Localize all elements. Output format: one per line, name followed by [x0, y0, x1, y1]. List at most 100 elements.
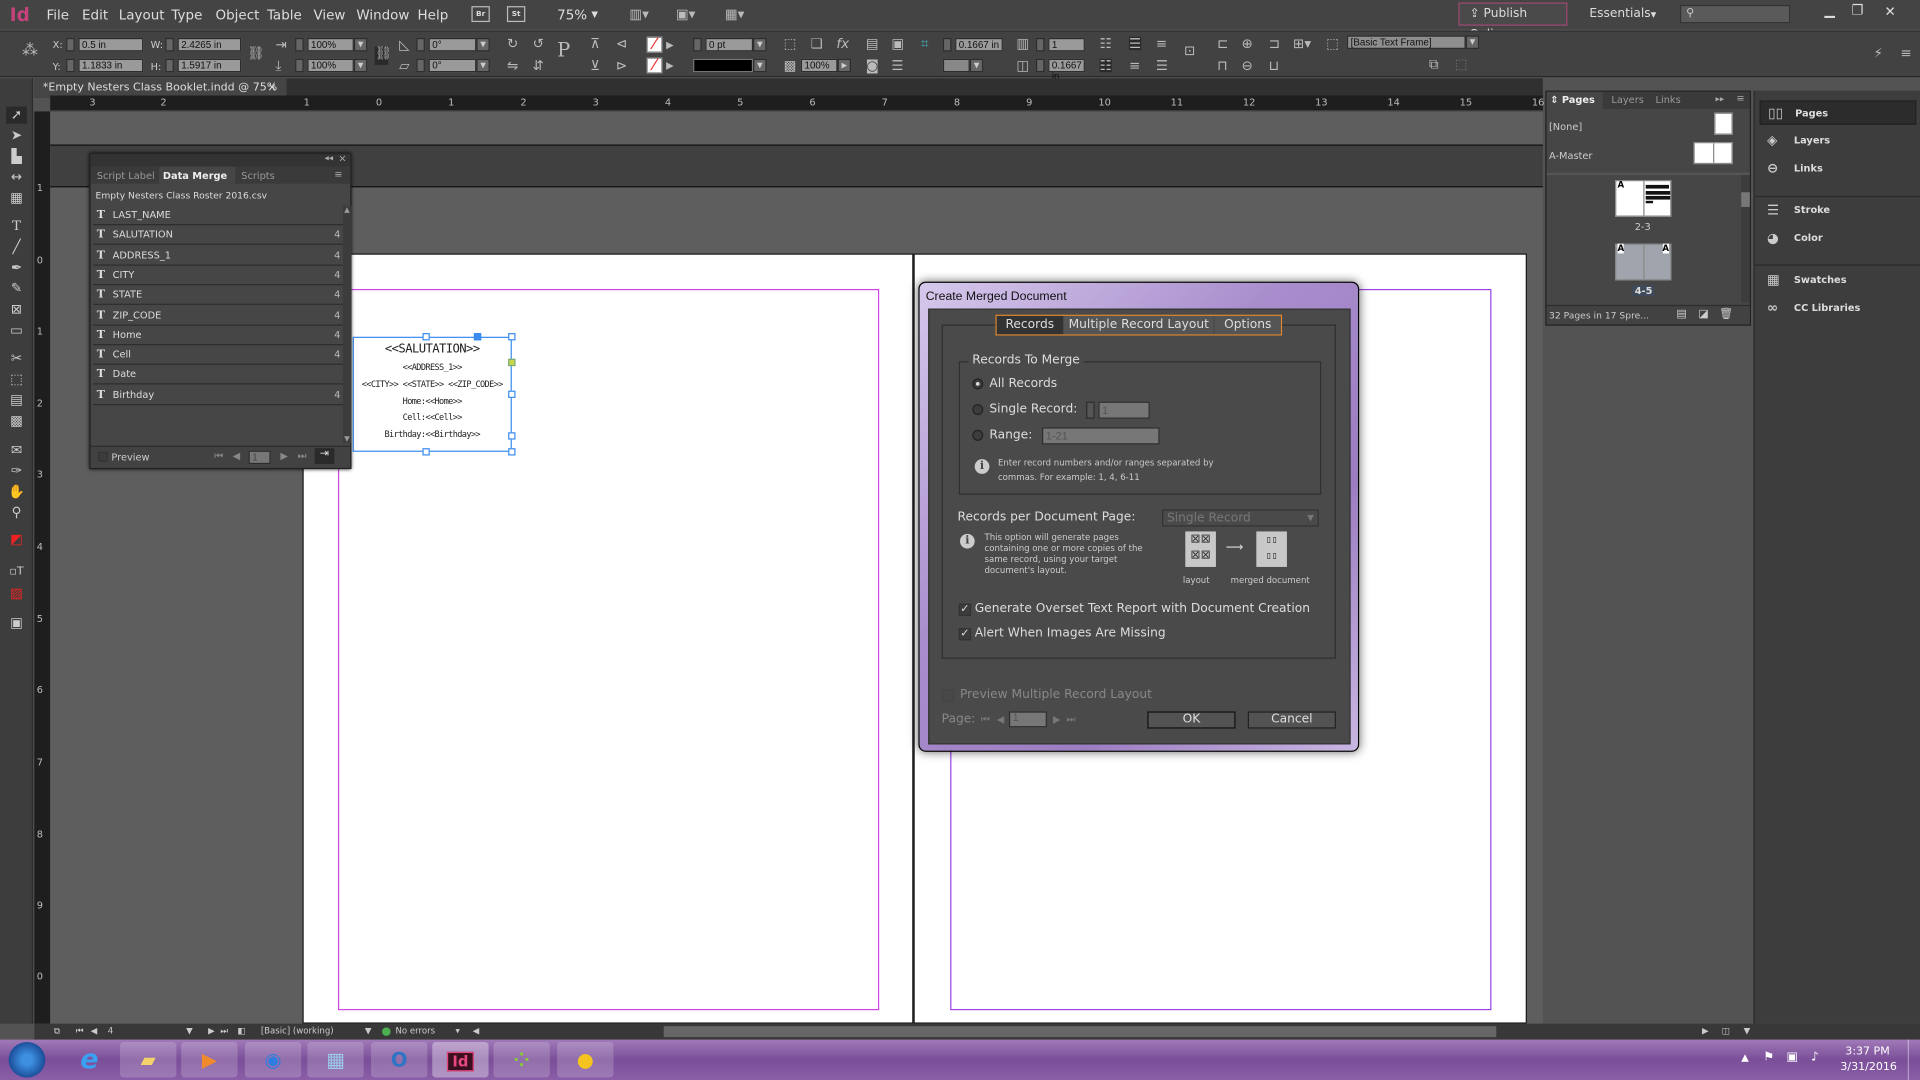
expand-panel-icon[interactable]: ▸▸: [1716, 94, 1725, 104]
zoom-level[interactable]: 75%: [557, 7, 587, 23]
next-spread-icon[interactable]: ▶: [208, 1024, 215, 1040]
single-record-radio[interactable]: [972, 404, 984, 416]
preview-checkbox[interactable]: [97, 451, 108, 462]
clock-time[interactable]: 3:37 PM: [1845, 1046, 1889, 1058]
fill-arrow-icon[interactable]: ▶: [666, 38, 674, 51]
columns-stepper[interactable]: [1035, 37, 1045, 52]
w-field[interactable]: 2.4265 in: [177, 37, 242, 52]
tab-options[interactable]: Options: [1214, 315, 1281, 335]
stroke-weight-field[interactable]: 0 pt: [705, 37, 754, 52]
preflight-profile-icon[interactable]: ◧: [238, 1024, 246, 1040]
range-radio[interactable]: [972, 429, 984, 441]
align-justify-icon[interactable]: ☰: [1156, 59, 1168, 72]
align-center-icon[interactable]: ≡: [1156, 37, 1167, 50]
data-field-row[interactable]: T ZIP_CODE 4: [93, 306, 343, 326]
prev-record-icon[interactable]: ◀: [233, 451, 241, 462]
select-next-icon[interactable]: ⊳: [616, 59, 627, 72]
scale-y-stepper[interactable]: [295, 58, 304, 73]
y-stepper[interactable]: [66, 58, 75, 73]
constrain-scale-icon[interactable]: ⛓: [374, 46, 392, 65]
vertical-ruler[interactable]: 1 0 1 2 3 4 5 6 7 8 9 0: [34, 111, 51, 1024]
vertical-justification-select[interactable]: [942, 58, 970, 73]
tray-expand-icon[interactable]: ▲: [1741, 1052, 1749, 1063]
scale-y-dropdown[interactable]: ▼: [353, 58, 368, 73]
gutter-stepper[interactable]: [1035, 58, 1045, 73]
text-wrap-bounding-icon[interactable]: ▣: [891, 37, 904, 50]
distribute-icon[interactable]: ⊞▾: [1293, 37, 1311, 50]
stroke-type-selector[interactable]: [693, 58, 754, 73]
view-options-icon[interactable]: ▥▾: [629, 7, 648, 20]
menu-view[interactable]: View: [313, 7, 345, 23]
note-tool-icon[interactable]: ✉: [6, 442, 27, 459]
delete-page-icon[interactable]: 🗑: [1719, 309, 1733, 321]
frame-corner-icon[interactable]: ⬚: [784, 37, 797, 50]
collapse-panel-icon[interactable]: ◂◂: [324, 153, 333, 163]
first-spread-icon[interactable]: ⏮: [76, 1024, 84, 1040]
menu-help[interactable]: Help: [418, 7, 449, 23]
reference-point-icon[interactable]: ⁂: [22, 43, 38, 59]
apply-none-icon[interactable]: ▨: [6, 585, 27, 602]
dock-item-pages[interactable]: ▯▯ Pages: [1759, 100, 1917, 125]
tab-data-merge[interactable]: Data Merge: [163, 170, 227, 181]
create-merged-document-button[interactable]: ⇥: [314, 448, 335, 465]
screen-mode-icon[interactable]: ▣▾: [676, 7, 695, 20]
taskbar-calculator[interactable]: ▦: [307, 1042, 364, 1078]
align-columns-icon[interactable]: ☷: [1100, 37, 1112, 50]
rotate-cw-icon[interactable]: ↻: [507, 37, 518, 50]
hand-tool-icon[interactable]: ✋: [6, 484, 27, 501]
select-previous-icon[interactable]: ⊲: [616, 37, 627, 50]
scale-x-field[interactable]: 100%: [307, 37, 354, 52]
dock-item-cc-libraries[interactable]: ∞ CC Libraries: [1760, 296, 1917, 320]
line-tool-icon[interactable]: ╱: [6, 239, 27, 256]
dock-item-stroke[interactable]: ☰ Stroke: [1760, 198, 1917, 222]
frame-handle-top-right-inner[interactable]: [473, 333, 482, 341]
x-stepper[interactable]: [66, 37, 75, 52]
range-field[interactable]: 1-21: [1042, 427, 1160, 445]
stroke-arrow-icon[interactable]: ▶: [666, 59, 674, 72]
tab-script-label[interactable]: Script Label: [97, 170, 155, 181]
taskbar-chrome[interactable]: ◉: [244, 1042, 302, 1078]
align-top-icon[interactable]: ☰: [1128, 36, 1142, 51]
ok-button[interactable]: OK: [1147, 711, 1236, 729]
menu-window[interactable]: Window: [356, 7, 409, 23]
stroke-weight-dropdown[interactable]: ▼: [753, 37, 767, 52]
gradient-feather-tool-icon[interactable]: ▩: [6, 413, 27, 430]
tab-layers[interactable]: Layers: [1611, 94, 1643, 105]
volume-icon[interactable]: ♪: [1811, 1051, 1819, 1064]
zoom-tool-icon[interactable]: ⚲: [6, 504, 27, 521]
show-desktop-button[interactable]: [1907, 1039, 1920, 1080]
gap-tool-icon[interactable]: ↔: [6, 169, 27, 186]
fill-stroke-icon[interactable]: ◩: [6, 531, 27, 548]
rotate-dropdown[interactable]: ▼: [476, 37, 490, 52]
align-v-centers-icon[interactable]: ⊖: [1242, 59, 1253, 72]
arrange-documents-icon[interactable]: ▦▾: [725, 7, 744, 20]
direct-selection-tool-icon[interactable]: ➤: [6, 127, 27, 144]
fill-swatch[interactable]: ⁄: [646, 36, 663, 53]
x-field[interactable]: 0.5 in: [78, 37, 144, 52]
shear-dropdown[interactable]: ▼: [476, 58, 490, 73]
stroke-swatch[interactable]: ⁄: [646, 58, 663, 74]
data-field-row[interactable]: T LAST_NAME: [93, 206, 343, 226]
y-field[interactable]: 1.1833 in: [78, 58, 144, 73]
lightning-icon[interactable]: ⚡: [1873, 47, 1882, 60]
rectangle-tool-icon[interactable]: ▭: [6, 322, 27, 339]
stroke-type-dropdown[interactable]: ▼: [753, 58, 767, 73]
gutter-field[interactable]: 0.1667 in: [1048, 58, 1085, 82]
w-stepper[interactable]: [165, 37, 174, 52]
constrain-proportions-icon[interactable]: ⛓: [247, 47, 264, 60]
publish-online-button[interactable]: ⇪ Publish Online: [1458, 2, 1568, 42]
pencil-tool-icon[interactable]: ✎: [6, 280, 27, 297]
tab-multiple-record-layout[interactable]: Multiple Record Layout: [1064, 315, 1214, 335]
object-style-dropdown[interactable]: ▼: [1465, 35, 1480, 49]
horizontal-scrollbar-thumb[interactable]: [663, 1026, 1497, 1038]
data-field-row[interactable]: T CITY 4: [93, 266, 343, 286]
clock-date[interactable]: 3/31/2016: [1840, 1062, 1897, 1074]
flip-vertical-icon[interactable]: ⇵: [533, 59, 544, 72]
rotate-field[interactable]: 0°: [428, 37, 477, 52]
inset-stepper[interactable]: [942, 37, 952, 52]
restore-button[interactable]: ❐: [1851, 2, 1863, 18]
data-field-row[interactable]: T ADDRESS_1 4: [93, 246, 343, 266]
align-bottom-edges-icon[interactable]: ⊔: [1269, 59, 1280, 72]
data-field-row[interactable]: T SALUTATION 4: [93, 226, 343, 246]
all-records-radio[interactable]: [972, 378, 984, 390]
